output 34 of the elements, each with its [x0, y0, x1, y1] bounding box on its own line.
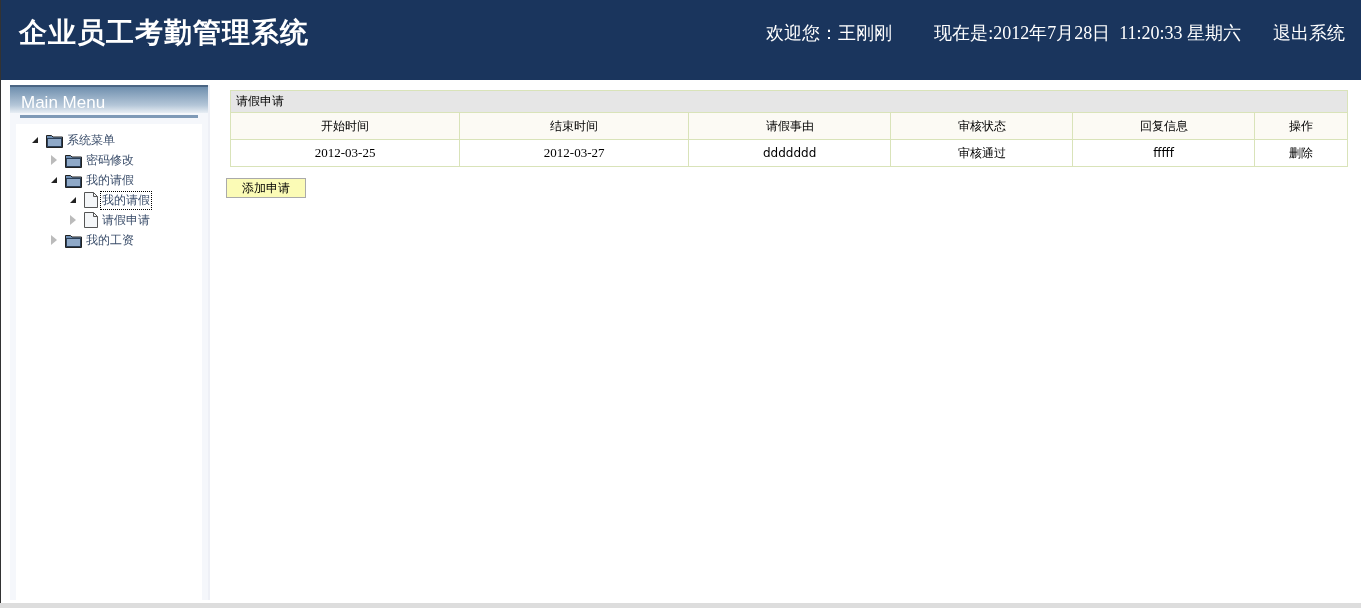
- folder-icon: [65, 232, 82, 248]
- logout-link[interactable]: 退出系统: [1273, 21, 1345, 45]
- column-header: 审核状态: [890, 112, 1073, 140]
- table-cell: 2012-03-25: [314, 145, 376, 160]
- folder-icon: [46, 132, 63, 148]
- welcome-text: 欢迎您：王刚刚: [766, 22, 893, 45]
- expanded-arrow-icon[interactable]: [51, 177, 57, 183]
- table-cell: 审核通过: [957, 145, 1006, 160]
- column-header: 结束时间: [459, 112, 689, 140]
- app-title: 企业员工考勤管理系统: [19, 16, 309, 50]
- column-header: 回复信息: [1072, 112, 1255, 140]
- tree-item[interactable]: 我的请假: [100, 190, 152, 210]
- datetime-text: 现在是:2012年7月28日 11:20:33 星期六: [934, 22, 1241, 45]
- expanded-arrow-icon[interactable]: [32, 137, 38, 143]
- tree-item[interactable]: 密码修改: [84, 150, 136, 170]
- menu-header: Main Menu: [10, 85, 208, 113]
- column-header: 操作: [1254, 112, 1348, 140]
- tree-item[interactable]: 请假申请: [100, 210, 152, 230]
- folder-icon: [65, 152, 82, 168]
- column-header: 请假事由: [688, 112, 891, 140]
- table-caption: 请假申请: [230, 90, 1348, 113]
- document-icon: [84, 212, 98, 228]
- add-request-button[interactable]: 添加申请: [226, 178, 306, 198]
- folder-icon: [65, 172, 82, 188]
- tree-item[interactable]: 我的请假: [84, 170, 136, 190]
- document-icon: [84, 192, 98, 208]
- tree-item[interactable]: 系统菜单: [65, 130, 117, 150]
- column-header: 开始时间: [230, 112, 460, 140]
- tree-item[interactable]: 我的工资: [84, 230, 136, 250]
- table-cell: fffff: [1153, 146, 1174, 160]
- table-cell: ddddddd: [762, 146, 817, 160]
- table-cell: 2012-03-27: [543, 145, 605, 160]
- expanded-arrow-icon[interactable]: [70, 197, 76, 203]
- delete-link[interactable]: 删除: [1289, 145, 1314, 160]
